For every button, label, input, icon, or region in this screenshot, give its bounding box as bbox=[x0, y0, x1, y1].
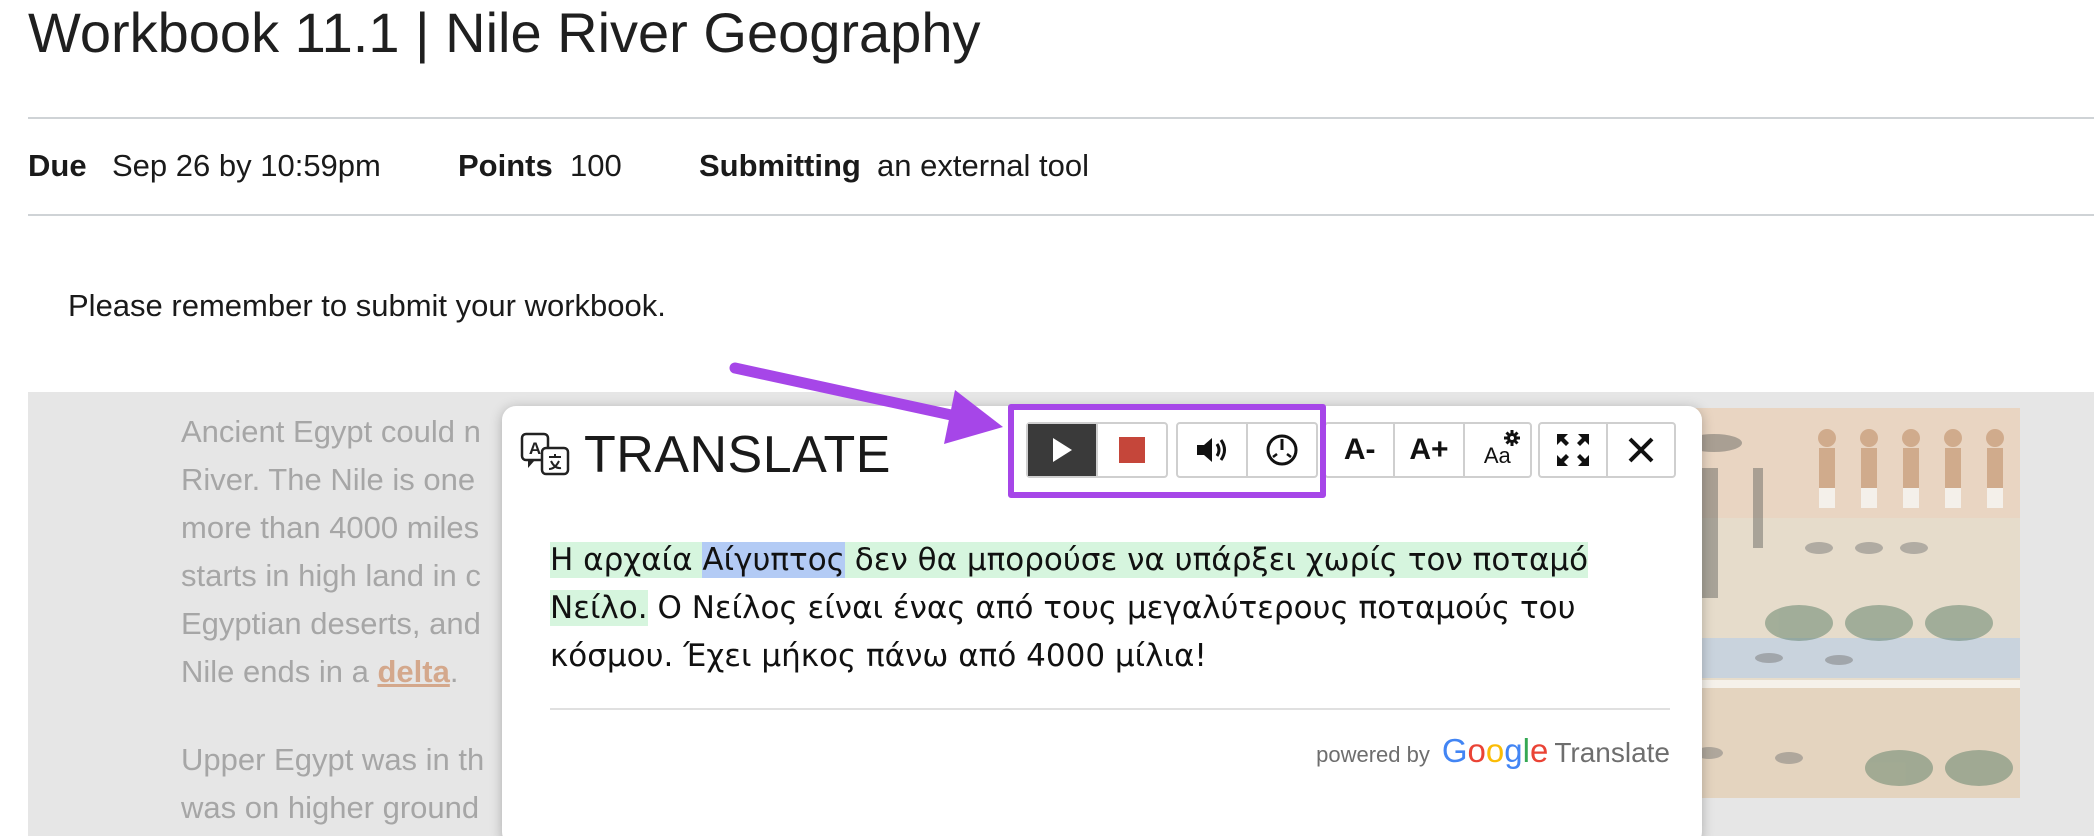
translation-text: Ο Νείλος είναι ένας από τους μεγαλύτερου… bbox=[550, 590, 1576, 674]
mural-illustration bbox=[1669, 408, 2020, 798]
content-line: Upper Egypt was in th bbox=[181, 742, 485, 777]
content-line: more than 4000 miles bbox=[181, 510, 480, 545]
highlighted-word: Αίγυπτος bbox=[702, 542, 845, 578]
google-attribution: powered by Google Translate bbox=[1316, 732, 1670, 770]
google-logo-letter: o bbox=[1467, 732, 1486, 769]
font-controls: A- A+ Aa bbox=[1324, 422, 1532, 478]
content-text: . bbox=[449, 654, 459, 689]
increase-font-button[interactable]: A+ bbox=[1395, 424, 1465, 476]
google-logo-letter: o bbox=[1485, 732, 1505, 769]
close-button[interactable] bbox=[1608, 424, 1674, 476]
content-line: Ancient Egypt could n bbox=[181, 414, 481, 449]
egyptian-mural-image bbox=[1669, 408, 2020, 798]
points-value: 100 bbox=[570, 148, 622, 183]
google-logo-letter: l bbox=[1522, 732, 1530, 769]
increase-font-icon: A+ bbox=[1409, 433, 1449, 466]
due-label: Due bbox=[28, 148, 87, 183]
content-line: Egyptian deserts, and bbox=[181, 606, 481, 641]
google-logo-letter: G bbox=[1441, 732, 1468, 769]
font-settings-icon: Aa bbox=[1483, 443, 1511, 468]
translation-text: Η αρχαία bbox=[550, 542, 703, 578]
google-logo: Google bbox=[1442, 732, 1548, 770]
content-text: Nile ends in a bbox=[181, 654, 378, 689]
panel-title: TRANSLATE bbox=[584, 426, 891, 484]
window-controls bbox=[1538, 422, 1676, 478]
translate-icon: A bbox=[520, 432, 570, 476]
delta-link[interactable]: delta bbox=[377, 654, 449, 689]
submitting-value: an external tool bbox=[877, 148, 1089, 183]
content-line: was on higher ground bbox=[181, 790, 480, 825]
content-line: River. The Nile is one bbox=[181, 462, 476, 497]
submitting-label: Submitting bbox=[699, 148, 861, 183]
close-icon bbox=[1628, 437, 1654, 463]
google-logo-letter: g bbox=[1504, 732, 1523, 769]
due-value: Sep 26 by 10:59pm bbox=[112, 148, 381, 183]
annotation-highlight-box bbox=[1008, 404, 1326, 498]
content-line: starts in high land in c bbox=[181, 558, 481, 593]
fullscreen-icon bbox=[1557, 434, 1589, 466]
fullscreen-button[interactable] bbox=[1540, 424, 1608, 476]
svg-text:A: A bbox=[529, 439, 541, 458]
content-line: Nile ends in a delta. bbox=[181, 648, 458, 696]
powered-by-label: powered by bbox=[1316, 742, 1430, 767]
divider bbox=[550, 708, 1670, 710]
translated-text: Η αρχαία Αίγυπτος δεν θα μπορούσε να υπά… bbox=[550, 536, 1650, 680]
divider bbox=[28, 214, 2094, 216]
assignment-notice: Please remember to submit your workbook. bbox=[68, 288, 666, 323]
google-logo-letter: e bbox=[1529, 732, 1549, 769]
gear-icon bbox=[1504, 430, 1520, 446]
decrease-font-button[interactable]: A- bbox=[1326, 424, 1396, 476]
points-label: Points bbox=[458, 148, 553, 183]
decrease-font-icon: A- bbox=[1343, 433, 1376, 466]
font-settings-button[interactable]: Aa bbox=[1465, 424, 1530, 476]
page-title: Workbook 11.1 | Nile River Geography bbox=[28, 1, 981, 64]
divider bbox=[28, 117, 2094, 119]
translate-label: Translate bbox=[1554, 737, 1670, 768]
